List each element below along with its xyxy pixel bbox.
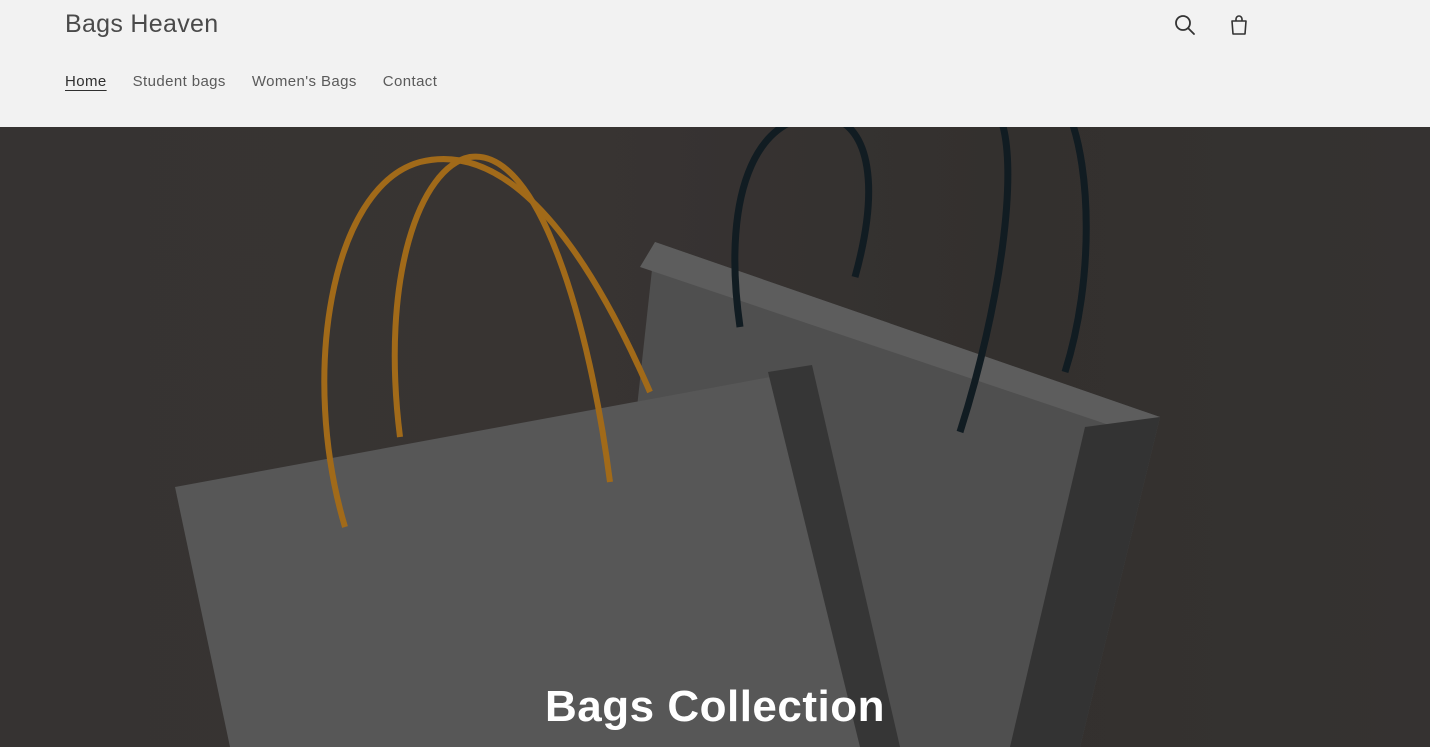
hero-title: Bags Collection [545, 682, 885, 731]
main-nav: Home Student bags Women's Bags Contact [65, 73, 437, 90]
search-icon [1175, 15, 1195, 35]
nav-item-student-bags[interactable]: Student bags [133, 73, 226, 90]
header-icons [1170, 10, 1254, 40]
search-button[interactable] [1170, 10, 1200, 40]
nav-item-womens-bags[interactable]: Women's Bags [252, 73, 357, 90]
nav-item-contact[interactable]: Contact [383, 73, 438, 90]
hero-banner: Bags Collection [0, 127, 1430, 747]
site-header: Bags Heaven Home Student bags Women's Ba… [0, 0, 1430, 127]
brand-logo-link[interactable]: Bags Heaven [65, 10, 218, 39]
nav-item-home[interactable]: Home [65, 73, 107, 90]
cart-button[interactable] [1224, 10, 1254, 40]
cart-icon [1231, 15, 1247, 35]
hero-bags-image [0, 127, 1430, 747]
